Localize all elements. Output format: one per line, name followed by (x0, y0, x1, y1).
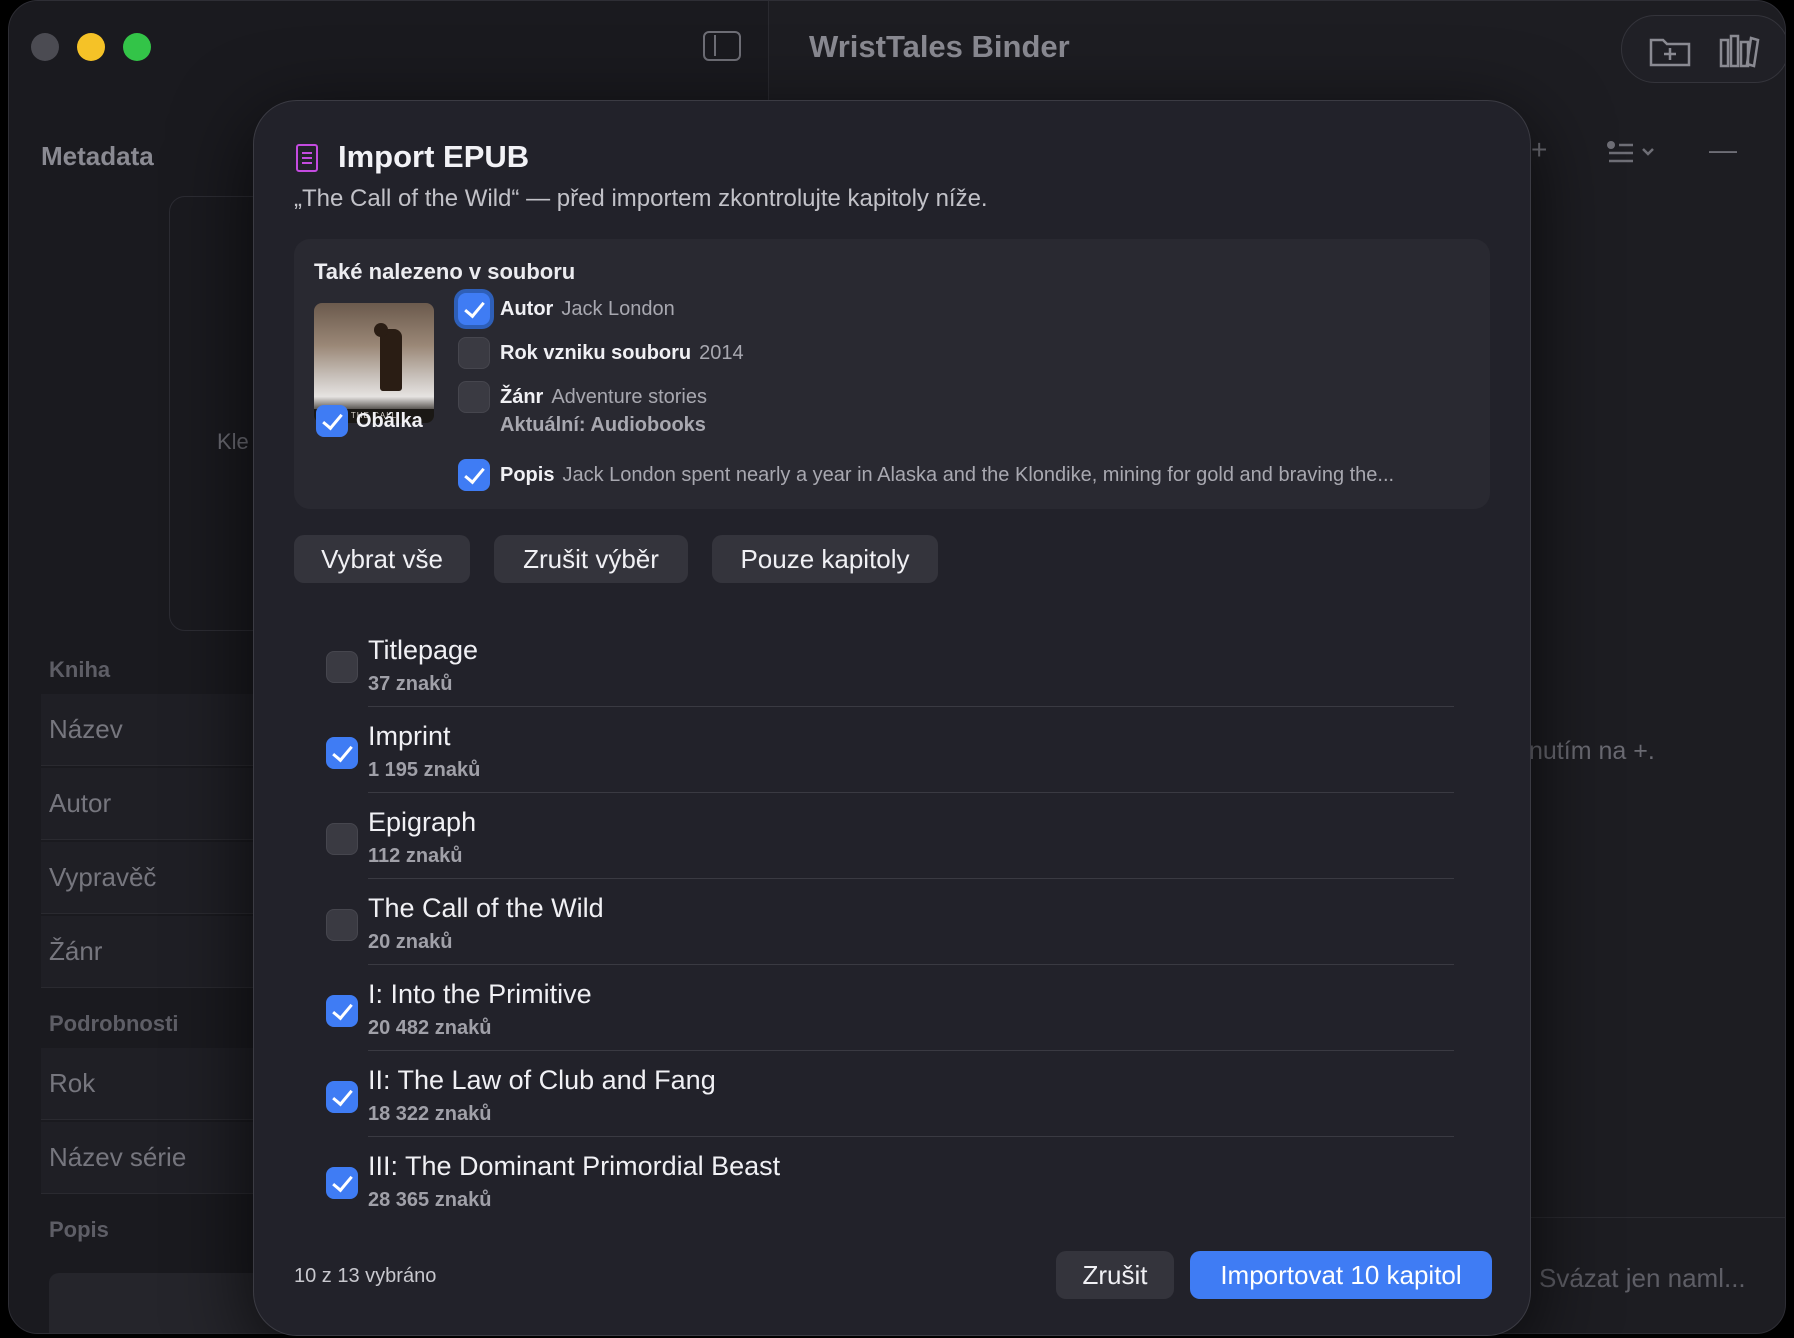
toolbar-group (1621, 15, 1785, 83)
chapter-count: 37 znaků (368, 673, 453, 695)
chapter-name: The Call of the Wild (368, 893, 604, 923)
chapter-count: 20 482 znaků (368, 1017, 492, 1039)
chapter-name: Epigraph (368, 807, 477, 837)
import-epub-dialog: Import EPUB „The Call of the Wild“ — pře… (253, 100, 1531, 1336)
description-row: Popis Jack London spent nearly a year in … (500, 464, 1395, 486)
cover-drop-hint: Kle (217, 429, 249, 454)
maximize-window-button[interactable] (123, 33, 151, 61)
chapter-list: Titlepage 37 znaků Imprint 1 195 znaků E… (294, 621, 1490, 1271)
remove-icon[interactable]: — (1709, 134, 1737, 174)
chapter-checkbox[interactable] (326, 995, 358, 1027)
sidebar-title: Metadata (41, 141, 154, 171)
select-all-button[interactable]: Vybrat vše (294, 535, 470, 583)
wolf-figure (374, 323, 402, 391)
chapter-count: 28 365 znaků (368, 1189, 492, 1211)
chapter-count: 18 322 znaků (368, 1103, 492, 1125)
section-kniha: Kniha (49, 657, 111, 682)
description-checkbox[interactable] (458, 459, 490, 491)
year-row: Rok vzniku souboru 2014 (500, 342, 744, 364)
cover-label: Obálka (356, 410, 423, 432)
chapter-count: 112 znaků (368, 845, 463, 867)
selection-count: 10 z 13 vybráno (294, 1265, 437, 1287)
year-checkbox[interactable] (458, 337, 490, 369)
folder-add-icon[interactable] (1648, 32, 1692, 68)
list-options-icon[interactable] (1605, 139, 1661, 179)
author-checkbox[interactable] (458, 293, 490, 325)
chapter-row[interactable]: I: Into the Primitive 20 482 znaků (294, 965, 1454, 1051)
section-podrobnosti: Podrobnosti (49, 1011, 179, 1036)
chapter-name: I: Into the Primitive (368, 979, 592, 1009)
title-bar: WristTales Binder (9, 1, 1785, 93)
chapter-row[interactable]: Titlepage 37 znaků (294, 621, 1454, 707)
chapter-row[interactable]: The Call of the Wild 20 znaků (294, 879, 1454, 965)
genre-checkbox[interactable] (458, 381, 490, 413)
import-button[interactable]: Importovat 10 kapitol (1190, 1251, 1492, 1299)
library-icon[interactable] (1718, 32, 1762, 68)
cover-checkbox[interactable] (316, 405, 348, 437)
chapter-row[interactable]: Epigraph 112 znaků (294, 793, 1454, 879)
chapter-checkbox[interactable] (326, 737, 358, 769)
section-popis: Popis (49, 1217, 109, 1242)
dialog-subtitle: „The Call of the Wild“ — před importem z… (294, 185, 988, 212)
chapter-name: III: The Dominant Primordial Beast (368, 1151, 781, 1181)
chapter-row[interactable]: III: The Dominant Primordial Beast 28 36… (294, 1137, 1454, 1223)
chapter-count: 1 195 znaků (368, 759, 481, 781)
genre-row: Žánr Adventure stories (500, 386, 707, 408)
add-icon[interactable]: + (1531, 134, 1547, 174)
deselect-button[interactable]: Zrušit výběr (494, 535, 688, 583)
chapter-checkbox[interactable] (326, 909, 358, 941)
window-title: WristTales Binder (809, 29, 1070, 64)
chapter-name: Imprint (368, 721, 451, 751)
close-window-button[interactable] (31, 33, 59, 61)
chapter-row[interactable]: II: The Law of Club and Fang 18 322 znak… (294, 1051, 1454, 1137)
author-row: Autor Jack London (500, 298, 675, 320)
chapter-name: II: The Law of Club and Fang (368, 1065, 716, 1095)
minimize-window-button[interactable] (77, 33, 105, 61)
genre-current: Aktuální: Audiobooks (500, 414, 706, 436)
chapter-name: Titlepage (368, 635, 479, 665)
empty-hint: nutím na +. (1529, 737, 1655, 765)
bind-markup-button[interactable]: Svázat jen naml... (1539, 1263, 1746, 1294)
chapter-checkbox[interactable] (326, 651, 358, 683)
found-title: Také nalezeno v souboru (314, 259, 576, 284)
cancel-button[interactable]: Zrušit (1056, 1251, 1174, 1299)
chapter-checkbox[interactable] (326, 823, 358, 855)
found-metadata-panel: Také nalezeno v souboru THE CALL Obálka … (294, 239, 1490, 509)
chapters-only-button[interactable]: Pouze kapitoly (712, 535, 938, 583)
sidebar-toggle-icon[interactable] (703, 31, 741, 61)
dialog-title: Import EPUB (338, 139, 530, 174)
chapter-count: 20 znaků (368, 931, 453, 953)
chapter-row[interactable]: Imprint 1 195 znaků (294, 707, 1454, 793)
chapter-checkbox[interactable] (326, 1167, 358, 1199)
chapter-checkbox[interactable] (326, 1081, 358, 1113)
book-icon (296, 144, 318, 172)
